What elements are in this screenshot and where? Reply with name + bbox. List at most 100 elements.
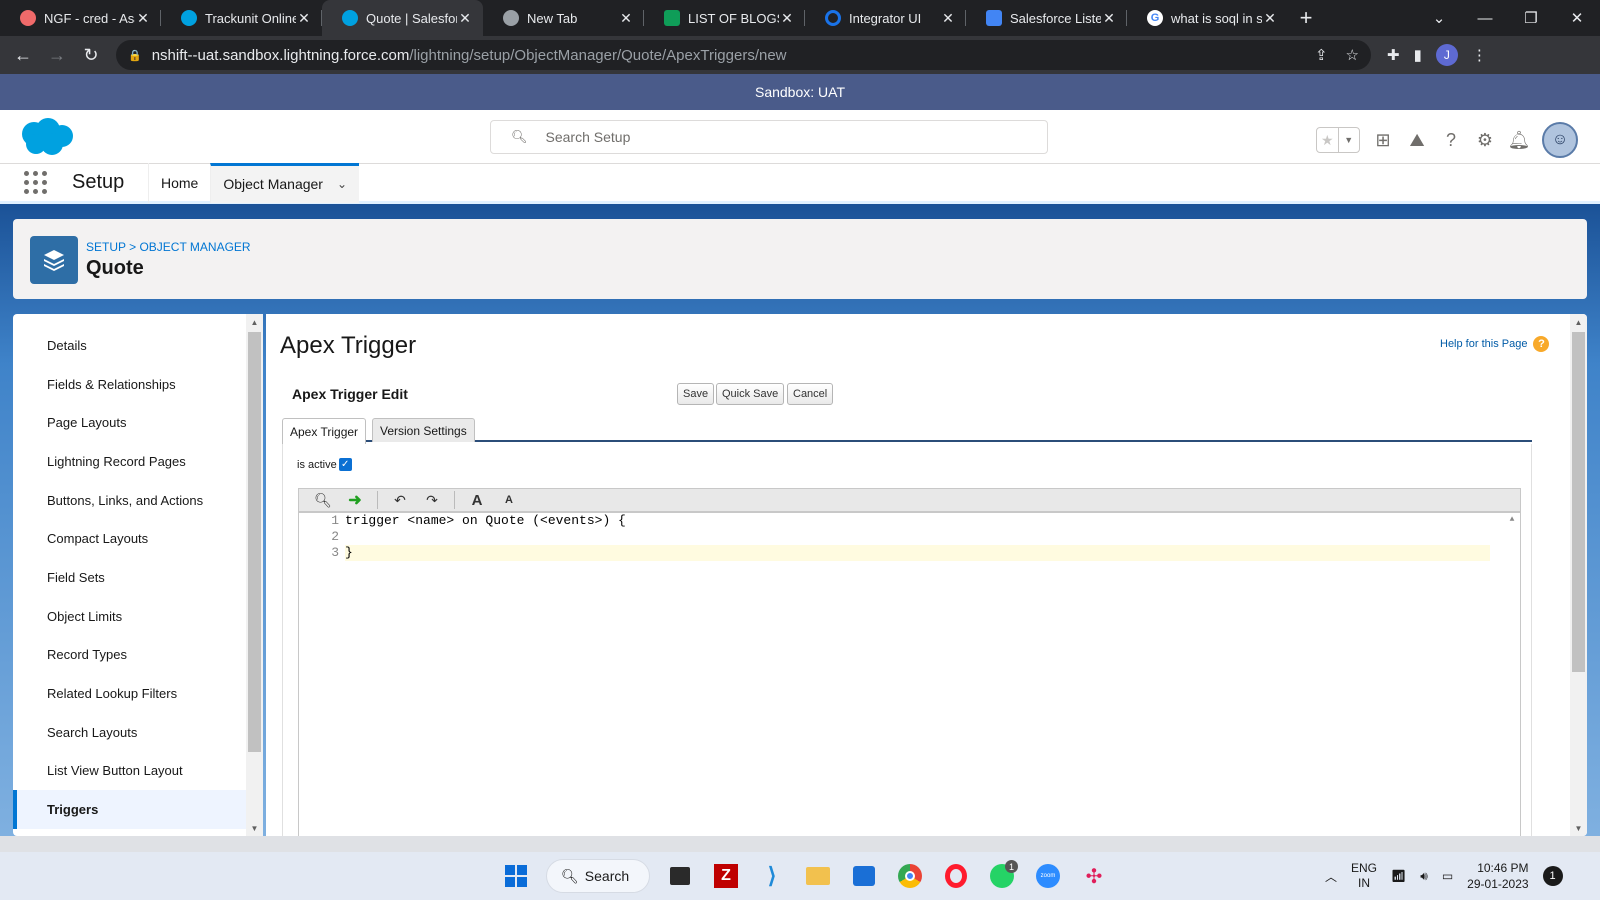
chrome-icon[interactable] (894, 860, 926, 892)
scroll-up-arrow-icon[interactable]: ▲ (246, 314, 263, 330)
browser-tab[interactable]: G what is soql in sal ✕ (1127, 0, 1288, 36)
code-editor[interactable]: 1 2 3 trigger <name> on Quote (<events>)… (298, 512, 1521, 836)
favorites-dropdown-icon[interactable]: ▼ (1337, 128, 1360, 152)
tab-version-settings[interactable]: Version Settings (372, 418, 475, 442)
font-size-increase-icon[interactable]: A (467, 491, 487, 509)
go-to-line-arrow-icon[interactable]: ➜ (345, 491, 365, 509)
battery-icon[interactable]: ▭ (1442, 869, 1453, 883)
salesforce-logo-icon[interactable] (16, 116, 76, 158)
browser-tab[interactable]: LIST OF BLOGS - G ✕ (644, 0, 805, 36)
taskbar-search-button[interactable]: 🔍︎ Search (546, 859, 650, 893)
microsoft-store-icon[interactable] (848, 860, 880, 892)
global-actions-add-icon[interactable]: ⊞ (1372, 129, 1394, 151)
close-tab-icon[interactable]: ✕ (135, 10, 151, 27)
opera-icon[interactable] (940, 860, 972, 892)
browser-tab[interactable]: Salesforce Listener ✕ (966, 0, 1127, 36)
notification-center-badge[interactable]: 1 (1542, 866, 1563, 886)
code-line[interactable]: trigger <name> on Quote (<events>) { (345, 513, 1490, 529)
close-tab-icon[interactable]: ✕ (296, 10, 312, 27)
whatsapp-icon[interactable]: 1 (986, 860, 1018, 892)
sidebar-item-search-layouts[interactable]: Search Layouts (13, 713, 263, 752)
sidebar-scrollbar[interactable]: ▲ ▼ (246, 314, 263, 836)
input-language[interactable]: ENG IN (1351, 861, 1377, 891)
code-lines[interactable]: trigger <name> on Quote (<events>) { } (345, 513, 1490, 561)
browser-tab[interactable]: New Tab ✕ (483, 0, 644, 36)
notifications-bell-icon[interactable]: 🔔︎ (1508, 129, 1531, 151)
help-question-icon[interactable]: ? (1440, 129, 1462, 151)
sidebar-item-page-layouts[interactable]: Page Layouts (13, 403, 263, 442)
sidebar-item-object-limits[interactable]: Object Limits (13, 597, 263, 636)
sidebar-item-field-sets[interactable]: Field Sets (13, 558, 263, 597)
redo-icon[interactable]: ↷ (422, 491, 442, 509)
favorites-button[interactable]: ★ ▼ (1316, 127, 1360, 153)
save-button[interactable]: Save (677, 383, 715, 405)
tab-search-chevron-icon[interactable]: ⌄ (1416, 0, 1462, 36)
chevron-down-icon[interactable]: ⌄ (337, 177, 347, 191)
trailhead-icon[interactable]: ⛰ (1406, 129, 1428, 151)
browser-tab-active[interactable]: Quote | Salesforce ✕ (322, 0, 483, 36)
vscode-icon[interactable]: ⟩ (756, 860, 788, 892)
restore-icon[interactable]: ❐ (1508, 0, 1554, 36)
nav-item-home[interactable]: Home (148, 162, 210, 203)
nav-item-object-manager[interactable]: Object Manager ⌄ (210, 162, 360, 203)
file-explorer-icon[interactable] (802, 860, 834, 892)
browser-tab[interactable]: NGF - cred - Asana ✕ (0, 0, 161, 36)
minimize-icon[interactable]: — (1462, 0, 1508, 36)
is-active-checkbox[interactable]: ✓ (338, 458, 352, 471)
close-tab-icon[interactable]: ✕ (1262, 10, 1278, 27)
main-scrollbar[interactable]: ▲ ▼ (1570, 314, 1587, 836)
tab-apex-trigger[interactable]: Apex Trigger (282, 418, 367, 444)
browser-menu-icon[interactable]: ⋮ (1472, 46, 1487, 64)
sidebar-item-buttons-links-actions[interactable]: Buttons, Links, and Actions (13, 481, 263, 520)
sidebar-item-details[interactable]: Details (13, 326, 263, 365)
app-launcher-icon[interactable] (24, 170, 48, 195)
sidebar-item-list-view-button-layout[interactable]: List View Button Layout (13, 752, 263, 791)
sidebar-scroll-thumb[interactable] (248, 332, 261, 752)
font-size-decrease-icon[interactable]: A (499, 491, 519, 509)
share-icon[interactable]: ⇪ (1315, 46, 1328, 64)
wifi-icon[interactable]: 📶︎ (1391, 869, 1406, 883)
sidebar-item-compact-layouts[interactable]: Compact Layouts (13, 519, 263, 558)
filezilla-icon[interactable]: Z (710, 860, 742, 892)
sidebar-item-related-lookup-filters[interactable]: Related Lookup Filters (13, 674, 263, 713)
sidebar-item-triggers[interactable]: Triggers (13, 790, 263, 829)
show-hidden-icons-chevron-icon[interactable]: ︿ (1325, 868, 1337, 885)
reload-icon[interactable]: ↻ (74, 45, 108, 66)
code-line[interactable] (345, 529, 1490, 545)
user-avatar-icon[interactable]: ☺ (1542, 122, 1578, 158)
extensions-puzzle-icon[interactable]: ✚ (1387, 46, 1400, 64)
main-scroll-thumb[interactable] (1572, 332, 1585, 672)
close-tab-icon[interactable]: ✕ (618, 10, 634, 27)
back-arrow-icon[interactable]: ← (6, 45, 40, 66)
help-for-page-link[interactable]: Help for this Page ? (1440, 336, 1550, 352)
scroll-up-arrow-icon[interactable]: ▲ (1504, 515, 1520, 524)
sidebar-item-lightning-record-pages[interactable]: Lightning Record Pages (13, 442, 263, 481)
breadcrumb[interactable]: SETUP > OBJECT MANAGER (86, 240, 251, 254)
close-tab-icon[interactable]: ✕ (1101, 10, 1117, 27)
close-tab-icon[interactable]: ✕ (940, 10, 956, 27)
close-tab-icon[interactable]: ✕ (457, 10, 473, 27)
setup-gear-icon[interactable]: ⚙ (1474, 129, 1496, 151)
sidebar-item-record-types[interactable]: Record Types (13, 636, 263, 675)
code-line-current[interactable]: } (345, 545, 1490, 561)
cancel-button[interactable]: Cancel (787, 383, 834, 405)
close-tab-icon[interactable]: ✕ (779, 10, 795, 27)
side-panel-icon[interactable]: ▮ (1414, 46, 1422, 64)
slack-icon[interactable]: ✣ (1078, 860, 1110, 892)
bookmark-star-icon[interactable]: ☆ (1346, 46, 1359, 64)
undo-icon[interactable]: ↶ (390, 491, 410, 509)
scroll-down-arrow-icon[interactable]: ▼ (246, 820, 263, 836)
windows-start-icon[interactable] (500, 860, 532, 892)
search-icon[interactable]: 🔍︎ (313, 491, 333, 509)
code-scrollbar[interactable]: ▲ (1504, 513, 1520, 836)
search-setup-input[interactable]: 🔍︎ Search Setup (490, 120, 1048, 154)
volume-icon[interactable]: 🔊︎ (1420, 869, 1428, 884)
quick-save-button[interactable]: Quick Save (716, 383, 785, 405)
new-tab-button[interactable]: + (1288, 0, 1324, 36)
sidebar-item-fields-relationships[interactable]: Fields & Relationships (13, 365, 263, 404)
scroll-down-arrow-icon[interactable]: ▼ (1570, 820, 1587, 836)
address-bar[interactable]: 🔒 nshift--uat.sandbox.lightning.force.co… (116, 40, 1371, 70)
task-view-icon[interactable] (664, 860, 696, 892)
profile-avatar[interactable]: J (1435, 44, 1458, 66)
close-window-icon[interactable]: ✕ (1554, 0, 1600, 36)
